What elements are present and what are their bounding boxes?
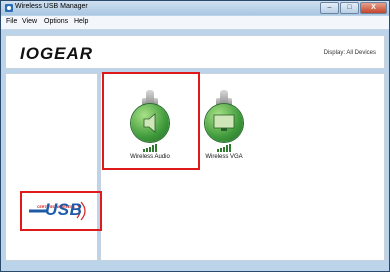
display-filter-label: Display: All Devices (323, 50, 376, 56)
status-bar (1, 263, 389, 271)
window-controls: – □ X (319, 2, 387, 14)
app-window: Wireless USB Manager – □ X File View Opt… (0, 0, 390, 272)
window-title: Wireless USB Manager (15, 3, 88, 10)
iogear-logo: IOGEAR (20, 44, 94, 63)
usb-logo-text: USB (45, 200, 83, 219)
menu-options[interactable]: Options (44, 18, 68, 25)
sidebar-panel (5, 73, 98, 261)
monitor-icon (205, 104, 243, 142)
title-bar[interactable]: Wireless USB Manager – □ X (1, 1, 389, 15)
minimize-button[interactable]: – (320, 2, 339, 14)
app-icon (5, 4, 13, 12)
menu-file[interactable]: File (6, 18, 17, 25)
header-panel: IOGEAR Display: All Devices (5, 35, 385, 69)
menu-bar: File View Options Help (1, 16, 389, 30)
certified-wireless-usb-icon: CERTIFIED WIRELESS USB (27, 198, 95, 224)
selection-highlight (102, 72, 200, 170)
signal-strength-icon (217, 144, 231, 152)
menu-help[interactable]: Help (74, 18, 88, 25)
menu-view[interactable]: View (22, 18, 37, 25)
maximize-button[interactable]: □ (340, 2, 359, 14)
close-button[interactable]: X (360, 2, 387, 14)
